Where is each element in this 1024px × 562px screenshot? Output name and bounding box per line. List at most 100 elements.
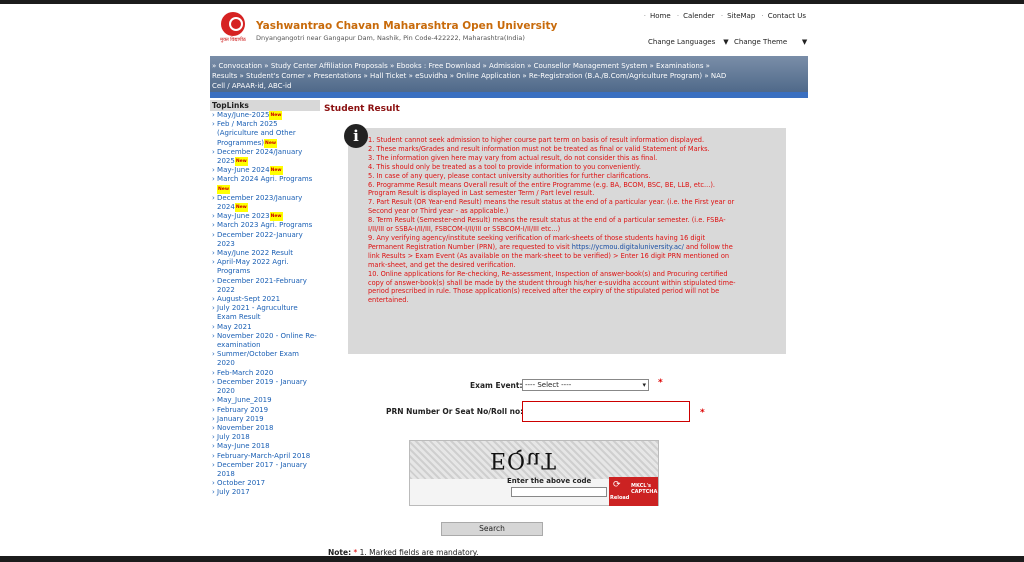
sidebar-item[interactable]: › May-June 2018 — [212, 442, 318, 451]
sidebar-item-label: December 2021-February 2022 — [217, 276, 307, 294]
new-badge: New — [234, 157, 248, 167]
sidebar-item-label: May/June-2025 — [217, 111, 270, 119]
sidebar-item-label: May 2021 — [217, 322, 252, 331]
nav-underline — [210, 92, 808, 98]
sidebar-item[interactable]: › December 2022-January 2023 — [212, 231, 318, 249]
sidebar-item[interactable]: › May/June 2022 Result — [212, 249, 318, 258]
exam-event-label: Exam Event: — [470, 381, 523, 390]
sidebar-item[interactable]: › July 2018 — [212, 433, 318, 442]
new-badge: New — [269, 212, 283, 222]
info-line-text: 1. Student cannot seek admission to high… — [368, 136, 705, 144]
sidebar-item-label: March 2024 Agri. Programs — [217, 175, 313, 184]
calender-link[interactable]: Calender — [683, 12, 715, 20]
page-title: Student Result — [324, 104, 400, 114]
captcha-brand: MKCL's CAPTCHA — [631, 483, 658, 495]
required-mark: * — [658, 378, 663, 388]
sidebar-item[interactable]: › May 2021 — [212, 323, 318, 332]
info-line-text: period prescribed in rule. Those applica… — [368, 287, 720, 296]
info-line-text: mark-sheet, and get the desired verifica… — [368, 260, 516, 269]
captcha-image: EQuT — [410, 441, 658, 479]
search-button[interactable]: Search — [441, 522, 543, 536]
sidebar-item[interactable]: › October 2017 — [212, 479, 318, 488]
captcha-input[interactable] — [511, 487, 607, 497]
right-gutter — [808, 4, 1024, 562]
sidebar-item-label: December 2024/January 2025 — [217, 147, 303, 166]
change-languages-select[interactable]: Change Languages ▼ — [648, 38, 729, 51]
change-theme-select[interactable]: Change Theme ▼ — [734, 38, 807, 51]
captcha-label: Enter the above code — [507, 477, 592, 485]
nav-line-1[interactable]: » Convocation » Study Center Affiliation… — [212, 61, 806, 71]
sidebar-item[interactable]: › July 2021 - Agruculture Exam Result — [212, 304, 318, 322]
nav-line-2[interactable]: Results » Student's Corner » Presentatio… — [212, 71, 806, 81]
sidebar-item[interactable]: › December 2019 - January 2020 — [212, 378, 318, 396]
university-logo[interactable]: मुक्त विद्यापीठ — [218, 12, 248, 44]
sidebar-item[interactable]: › December 2024/January 2025New — [212, 147, 318, 167]
info-line-text: 7. Part Result (OR Year-end Result) mean… — [368, 198, 735, 207]
sidebar-item[interactable]: › August-Sept 2021 — [212, 295, 318, 304]
info-line-text: Permanent Registration Number (PRN), are… — [368, 242, 572, 251]
sidebar-item[interactable]: › December 2017 - January 2018 — [212, 461, 318, 479]
exam-event-select[interactable]: ---- Select ---- ▾ — [522, 379, 649, 391]
sidebar-item[interactable]: › April-May 2022 Agri. Programs — [212, 258, 318, 276]
verify-link-suffix: and follow the — [683, 242, 733, 251]
top-links: · Home · Calender · SiteMap · Contact Us — [643, 12, 806, 20]
sidebar-item[interactable]: › July 2017 — [212, 488, 318, 497]
sidebar-item[interactable]: › February 2019 — [212, 406, 318, 415]
sidebar-item[interactable]: › Feb / March 2025 (Agriculture and Othe… — [212, 120, 318, 148]
home-link[interactable]: Home — [650, 12, 671, 20]
info-line: Permanent Registration Number (PRN), are… — [368, 243, 778, 252]
sidebar-item-label: May-June 2024 — [217, 166, 270, 175]
sidebar-item[interactable]: › March 2024 Agri. ProgramsNew — [212, 175, 318, 194]
captcha-reload-button[interactable]: ⟳ MKCL's CAPTCHA Reload — [609, 477, 658, 506]
sidebar-item[interactable]: › November 2020 - Online Re-examination — [212, 332, 318, 350]
sidebar-item[interactable]: › May/June-2025New — [212, 111, 318, 121]
captcha-code: EQuT — [490, 447, 557, 472]
info-notice-box: 1. Student cannot seek admission to high… — [348, 128, 786, 354]
sidebar-item[interactable]: › Feb-March 2020 — [212, 369, 318, 378]
new-badge: New — [269, 111, 283, 121]
info-line-text: link Results > Exam Event (As available … — [368, 251, 730, 260]
prn-input[interactable] — [522, 401, 690, 422]
sidebar-item[interactable]: › February-March-April 2018 — [212, 452, 318, 461]
nav-line-3[interactable]: Cell / APAAR-id, ABC-id — [212, 81, 806, 91]
new-badge: New — [234, 203, 248, 213]
sidebar-item-label: October 2017 — [217, 479, 266, 488]
chevron-down-icon: ▾ — [642, 381, 646, 389]
sidebar-item[interactable]: › January 2019 — [212, 415, 318, 424]
sidebar-item-label: May-June 2023 — [217, 212, 270, 221]
sidebar-item-label: December 2023/January 2024 — [217, 193, 303, 212]
sidebar-item-label: February-March-April 2018 — [217, 451, 311, 460]
sidebar-item[interactable]: › May_June_2019 — [212, 396, 318, 405]
university-name[interactable]: Yashwantrao Chavan Maharashtra Open Univ… — [256, 20, 557, 32]
info-line-text: 5. In case of any query, please contact … — [368, 171, 651, 180]
sitemap-link[interactable]: SiteMap — [727, 12, 755, 20]
sidebar-item[interactable]: › December 2023/January 2024New — [212, 193, 318, 213]
info-line: 5. In case of any query, please contact … — [368, 172, 778, 181]
new-badge: New — [217, 184, 230, 194]
info-line-text: 9. Any verifying agency/institute seekin… — [368, 233, 706, 242]
info-line: 7. Part Result (OR Year-end Result) mean… — [368, 198, 778, 207]
prn-label: PRN Number Or Seat No/Roll no: — [386, 407, 524, 416]
chevron-down-icon: ▼ — [795, 38, 808, 46]
sidebar-item[interactable]: › May-June 2024New — [212, 166, 318, 176]
sidebar-item[interactable]: › December 2021-February 2022 — [212, 277, 318, 295]
info-line-text: Second year or Third year - as applicabl… — [368, 207, 509, 216]
contact-us-link[interactable]: Contact Us — [768, 12, 806, 20]
sidebar-item-label: July 2021 - Agruculture Exam Result — [217, 304, 298, 322]
info-line-text: 2. These marks/Grades and result informa… — [368, 144, 710, 153]
sidebar-item-label: February 2019 — [217, 405, 269, 414]
sidebar-item-label: December 2017 - January 2018 — [217, 460, 307, 478]
sidebar-item-label: January 2019 — [217, 414, 264, 423]
sidebar-item[interactable]: › March 2023 Agri. Programs — [212, 221, 318, 230]
sidebar-item-label: December 2019 - January 2020 — [217, 377, 307, 396]
verify-link[interactable]: https://ycmou.digitaluniversity.ac/ — [572, 243, 684, 251]
info-line: I/II/III or SSBA-I/II/III, FSBCOM-I/II/I… — [368, 225, 778, 234]
info-line-text: 8. Term Result (Semester-end Result) mea… — [368, 216, 726, 225]
sidebar-item[interactable]: › May-June 2023New — [212, 212, 318, 222]
sidebar-item[interactable]: › November 2018 — [212, 424, 318, 433]
sidebar-item-label: April-May 2022 Agri. Programs — [217, 258, 289, 276]
sidebar-item-label: May/June 2022 Result — [217, 249, 293, 258]
university-address: Dnyangangotri near Gangapur Dam, Nashik,… — [256, 34, 525, 42]
sidebar-item[interactable]: › Summer/October Exam 2020 — [212, 350, 318, 368]
info-line-text: 3. The information given here may vary f… — [368, 153, 658, 162]
